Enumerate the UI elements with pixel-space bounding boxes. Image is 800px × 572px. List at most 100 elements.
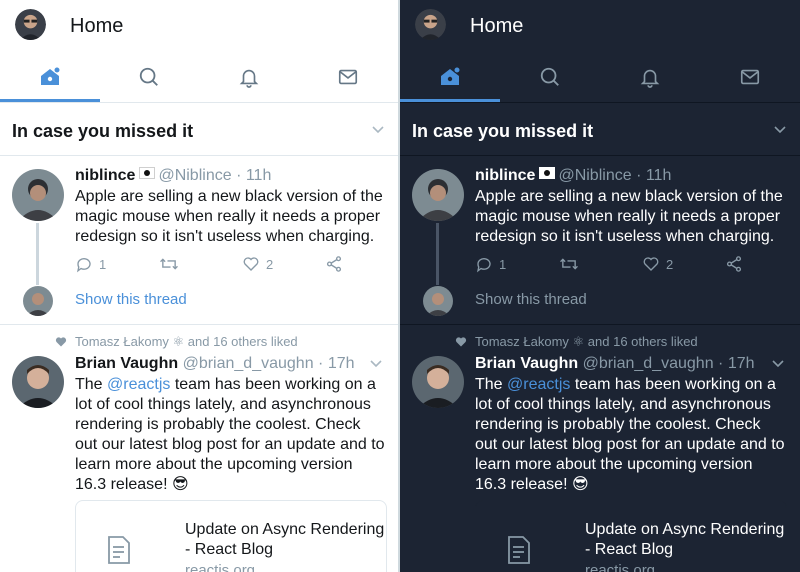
share-button[interactable] (725, 255, 743, 273)
like-button[interactable]: 2 (242, 255, 273, 273)
mention-link[interactable]: @reactjs (107, 376, 170, 393)
notifications-bell-icon (239, 69, 259, 88)
liked-by-text: Tomasz Łakomy ⚛ and 16 others liked (475, 334, 698, 349)
comparison-stage: Home In case you missed it niblince @Nib… (0, 0, 800, 572)
author-handle[interactable]: @brian_d_vaughn (183, 355, 314, 372)
tab-messages[interactable] (299, 52, 399, 102)
chevron-down-icon[interactable] (372, 126, 384, 134)
mention-link[interactable]: @reactjs (507, 376, 570, 393)
like-count: 2 (266, 256, 274, 272)
tweet-header: Brian Vaughn @brian_d_vaughn · 17h (75, 355, 355, 373)
messages-envelope-icon (740, 69, 760, 85)
card-title: Update on Async Rendering - React Blog (585, 521, 785, 558)
tweet-body: Apple are selling a new black version of… (475, 188, 783, 245)
tab-home[interactable] (0, 52, 100, 102)
link-preview-card[interactable]: Update on Async Rendering - React Blog r… (475, 500, 787, 572)
retweet-icon (160, 258, 178, 270)
tweet-time: · 11h (236, 167, 272, 184)
author-name[interactable]: Brian Vaughn (475, 355, 578, 372)
tweet-actions: 1 2 (75, 255, 375, 277)
tweet-body: Apple are selling a new black version of… (75, 188, 383, 245)
profile-avatar[interactable] (415, 9, 446, 40)
heart-icon (643, 257, 659, 271)
author-handle[interactable]: @Niblince (158, 167, 231, 184)
profile-avatar[interactable] (15, 9, 46, 40)
tweet-author-avatar[interactable] (412, 356, 464, 408)
like-button[interactable]: 2 (642, 255, 673, 273)
show-this-thread-link[interactable]: Show this thread (475, 291, 587, 308)
thread-avatar[interactable] (23, 286, 53, 316)
share-button[interactable] (325, 255, 343, 273)
divider (0, 155, 398, 156)
notifications-bell-icon (640, 69, 660, 88)
tweet-body: The (475, 376, 508, 393)
tweet-body: team has been working on a lot of cool t… (475, 376, 785, 493)
tab-notifications[interactable] (199, 52, 299, 102)
tweet-body: The (75, 376, 108, 393)
search-icon (540, 67, 559, 86)
japan-flag-icon (539, 167, 556, 179)
thread-avatar[interactable] (423, 286, 453, 316)
social-context: Tomasz Łakomy ⚛ and 16 others liked (55, 334, 298, 350)
author-name[interactable]: Brian Vaughn (75, 355, 178, 372)
reply-button[interactable]: 1 (75, 255, 106, 273)
document-icon (108, 536, 130, 564)
divider (400, 155, 800, 156)
chevron-down-icon[interactable] (370, 360, 382, 368)
divider (400, 102, 800, 103)
card-title: Update on Async Rendering - React Blog (185, 521, 385, 558)
heart-filled-icon (455, 337, 467, 347)
divider (400, 324, 800, 325)
section-title: In case you missed it (412, 121, 594, 141)
reply-button[interactable]: 1 (475, 255, 506, 273)
tweet-author-avatar[interactable] (12, 169, 64, 221)
tab-messages[interactable] (700, 52, 800, 102)
author-name[interactable]: niblince (75, 167, 135, 184)
tab-search[interactable] (100, 52, 200, 102)
social-context: Tomasz Łakomy ⚛ and 16 others liked (455, 334, 698, 350)
retweet-button[interactable] (159, 255, 179, 273)
app-header: Home (400, 0, 800, 52)
tweet-text: Apple are selling a new black version of… (75, 187, 387, 247)
show-this-thread-link[interactable]: Show this thread (75, 291, 187, 308)
document-icon (508, 536, 530, 564)
retweet-button[interactable] (559, 255, 579, 273)
reply-icon (476, 258, 491, 273)
thread-line (436, 223, 439, 285)
light-theme-panel: Home In case you missed it niblince @Nib… (0, 0, 400, 572)
tab-search[interactable] (500, 52, 600, 102)
page-title: Home (470, 15, 524, 37)
home-icon (441, 66, 461, 85)
tweet-header: Brian Vaughn @brian_d_vaughn · 17h (475, 355, 755, 373)
tweet-header: niblince @Niblince · 11h (475, 167, 671, 185)
share-icon (326, 256, 342, 272)
dark-theme-panel: Home In case you missed it niblince @Nib… (400, 0, 800, 572)
like-count: 2 (666, 256, 674, 272)
tweet-author-avatar[interactable] (412, 169, 464, 221)
tweet-actions: 1 2 (475, 255, 775, 277)
tweet-text: Apple are selling a new black version of… (475, 187, 787, 247)
author-name[interactable]: niblince (475, 167, 535, 184)
tweet-text: The @reactjs team has been working on a … (475, 375, 787, 495)
author-handle[interactable]: @brian_d_vaughn (583, 355, 714, 372)
app-header: Home (0, 0, 398, 52)
chevron-down-icon[interactable] (772, 360, 784, 368)
reply-count: 1 (99, 256, 107, 272)
author-handle[interactable]: @Niblince (558, 167, 631, 184)
messages-envelope-icon (339, 69, 358, 85)
heart-icon (243, 257, 259, 271)
heart-filled-icon (55, 337, 67, 347)
tweet-author-avatar[interactable] (12, 356, 64, 408)
card-domain: reactjs.org (185, 562, 256, 572)
japan-flag-icon (139, 167, 156, 179)
thread-line (36, 223, 39, 285)
search-icon (140, 67, 159, 86)
tab-bar (400, 52, 800, 102)
divider (0, 102, 398, 103)
card-domain: reactjs.org (585, 562, 656, 572)
tweet-body: team has been working on a lot of cool t… (75, 376, 385, 493)
chevron-down-icon[interactable] (774, 126, 786, 134)
tab-home[interactable] (400, 52, 500, 102)
link-preview-card[interactable]: Update on Async Rendering - React Blog r… (75, 500, 387, 572)
tab-notifications[interactable] (600, 52, 700, 102)
